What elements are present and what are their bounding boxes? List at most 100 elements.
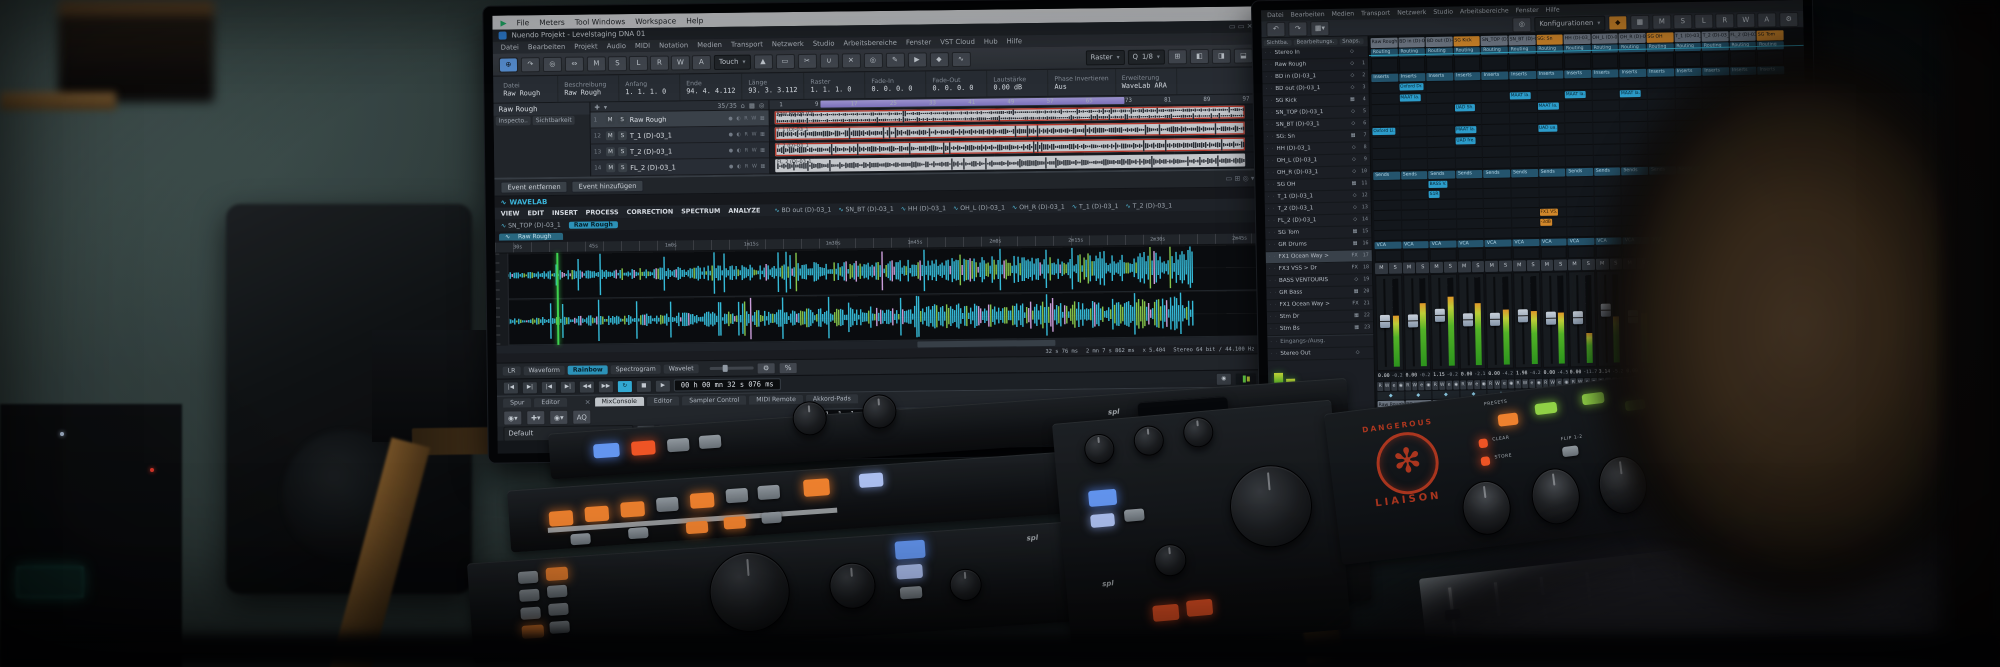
info-column[interactable]: DateiRaw Rough	[497, 76, 558, 103]
read-button[interactable]: R	[1432, 381, 1438, 390]
hardware-button[interactable]	[1152, 604, 1179, 622]
hardware-button[interactable]	[895, 540, 926, 560]
automation-button[interactable]: W	[671, 55, 690, 70]
sends-header[interactable]: Sends	[1539, 168, 1566, 176]
menu-item[interactable]: Transport	[1361, 10, 1390, 18]
play-tool[interactable]: ▶	[907, 52, 926, 67]
listen-button[interactable]: ◉	[1398, 382, 1404, 391]
menu-item[interactable]: Medien	[697, 41, 722, 49]
setup-icon[interactable]: ◎	[543, 56, 562, 71]
write-button[interactable]: W	[1467, 380, 1473, 389]
app-menu-item[interactable]: Meters	[539, 17, 565, 26]
view-tab-lr[interactable]: LR	[503, 366, 521, 375]
menu-item[interactable]: Arbeitsbereiche	[1460, 7, 1509, 15]
hardware-button[interactable]	[896, 564, 923, 580]
vca-header[interactable]: VCA	[1374, 241, 1401, 249]
menu-item[interactable]: Datei	[501, 43, 519, 51]
send-slot[interactable]	[1402, 230, 1429, 241]
send-slot[interactable]	[1511, 188, 1538, 199]
strip-name-top[interactable]: BD out (D)-03_1	[1426, 37, 1453, 47]
solo-button[interactable]: S	[618, 147, 627, 156]
lower-zone-tab[interactable]: Sampler Control	[682, 396, 746, 406]
layout-left-icon[interactable]: ◧	[1190, 48, 1209, 63]
menu-item[interactable]: Fenster	[906, 38, 931, 46]
info-column[interactable]: Fade-Out0. 0. 0. 0	[926, 71, 987, 98]
vca-cell[interactable]	[1375, 250, 1402, 262]
insert-slot[interactable]	[1511, 157, 1538, 169]
insert-slot[interactable]	[1371, 83, 1398, 95]
strip-name-top[interactable]: SG OH	[1646, 32, 1673, 42]
read-button[interactable]: R	[1488, 380, 1494, 389]
view-tab-waveform[interactable]: Waveform	[523, 366, 565, 376]
hardware-button[interactable]	[656, 497, 679, 513]
zone-tab[interactable]: Editor	[534, 398, 566, 407]
zoom-tool[interactable]: ◎	[863, 52, 882, 67]
send-slot[interactable]	[1374, 200, 1401, 211]
mute-button[interactable]: M	[1485, 261, 1498, 272]
inserts-header[interactable]: Inserts	[1426, 73, 1453, 81]
remove-event-button[interactable]: Event entfernen	[500, 181, 567, 194]
wavelab-file-tab[interactable]: ∿OH_R (D)-03_1	[1012, 203, 1065, 211]
big-knob[interactable]	[1227, 462, 1316, 551]
inspector-tab[interactable]: Inspecto..	[496, 116, 531, 125]
insert-slot[interactable]	[1510, 102, 1537, 114]
hardware-button[interactable]	[519, 589, 540, 602]
send-slot[interactable]	[1539, 187, 1566, 198]
mute-button[interactable]: M	[606, 147, 615, 156]
hardware-button[interactable]	[690, 492, 715, 509]
send-slot[interactable]	[1512, 198, 1539, 209]
insert-slot[interactable]	[1482, 80, 1509, 92]
strip-name-top[interactable]: HH (D)-03_1	[1564, 34, 1591, 44]
send-slot[interactable]	[1374, 230, 1401, 241]
insert-slot[interactable]	[1454, 92, 1481, 104]
lower-zone-tab[interactable]: MIDI Remote	[749, 395, 803, 405]
insert-slot[interactable]	[1565, 123, 1592, 135]
hardware-button[interactable]	[1124, 508, 1145, 522]
mute-button[interactable]: M	[606, 131, 615, 140]
insert-slot[interactable]	[1510, 135, 1537, 147]
channel-grid-icon[interactable]: ▦	[1630, 14, 1649, 29]
track-controls[interactable]: ● ◐ R W ▦	[729, 163, 766, 169]
track-controls[interactable]: ● ◐ R W ▦	[728, 115, 765, 121]
hardware-button[interactable]	[761, 512, 782, 524]
insert-slot[interactable]	[1428, 147, 1455, 159]
automation-button[interactable]: M	[587, 56, 606, 71]
menu-item[interactable]: Studio	[813, 40, 835, 48]
hardware-button[interactable]	[620, 501, 645, 518]
hardware-button[interactable]	[725, 488, 748, 504]
strip-name-top[interactable]: SN_TOP (D)-03_1	[1481, 36, 1508, 46]
insert-slot[interactable]	[1456, 158, 1483, 170]
track-controls[interactable]: ● ◐ R W ▦	[729, 131, 766, 137]
vca-cell[interactable]	[1430, 249, 1457, 261]
hardware-button[interactable]	[803, 478, 830, 497]
send-slot[interactable]	[1401, 210, 1428, 221]
hardware-button[interactable]	[570, 533, 591, 545]
menu-item[interactable]: Hub	[984, 38, 998, 46]
automation-button[interactable]: S	[1673, 13, 1692, 28]
insert-slot[interactable]: MAAT la.	[1510, 91, 1537, 103]
wavelab-file-tab[interactable]: ∿T_1 (D)-03_1	[1072, 203, 1119, 211]
inserts-header[interactable]: Inserts	[1371, 74, 1398, 82]
hardware-button[interactable]	[1090, 513, 1115, 528]
insert-slot[interactable]	[1400, 126, 1427, 138]
send-slot[interactable]	[1457, 219, 1484, 230]
view-tab-wavelet[interactable]: Wavelet	[664, 364, 699, 373]
send-slot[interactable]	[1429, 229, 1456, 240]
insert-slot[interactable]	[1454, 81, 1481, 93]
send-slot[interactable]	[1484, 218, 1511, 229]
menu-item[interactable]: Netzwerk	[772, 40, 804, 48]
sends-header[interactable]: Sends	[1373, 171, 1400, 179]
read-button[interactable]: R	[1405, 382, 1411, 391]
dome-knob[interactable]	[1460, 478, 1514, 537]
undo-icon[interactable]: ↶	[1266, 21, 1285, 36]
track-header[interactable]: 14MSFL_2 (D)-03_1● ◐ R W ▦	[591, 158, 769, 176]
fader-cap[interactable]	[1435, 309, 1445, 322]
send-slot[interactable]	[1485, 228, 1512, 239]
automation-button[interactable]: S	[608, 56, 627, 71]
vca-header[interactable]: VCA	[1457, 240, 1484, 248]
solo-button[interactable]: S	[1471, 261, 1484, 272]
insert-slot[interactable]	[1509, 80, 1536, 92]
home-icon[interactable]: ⌂	[741, 101, 745, 109]
app-menu-item[interactable]: Help	[686, 16, 703, 25]
insert-slot[interactable]	[1538, 134, 1565, 146]
